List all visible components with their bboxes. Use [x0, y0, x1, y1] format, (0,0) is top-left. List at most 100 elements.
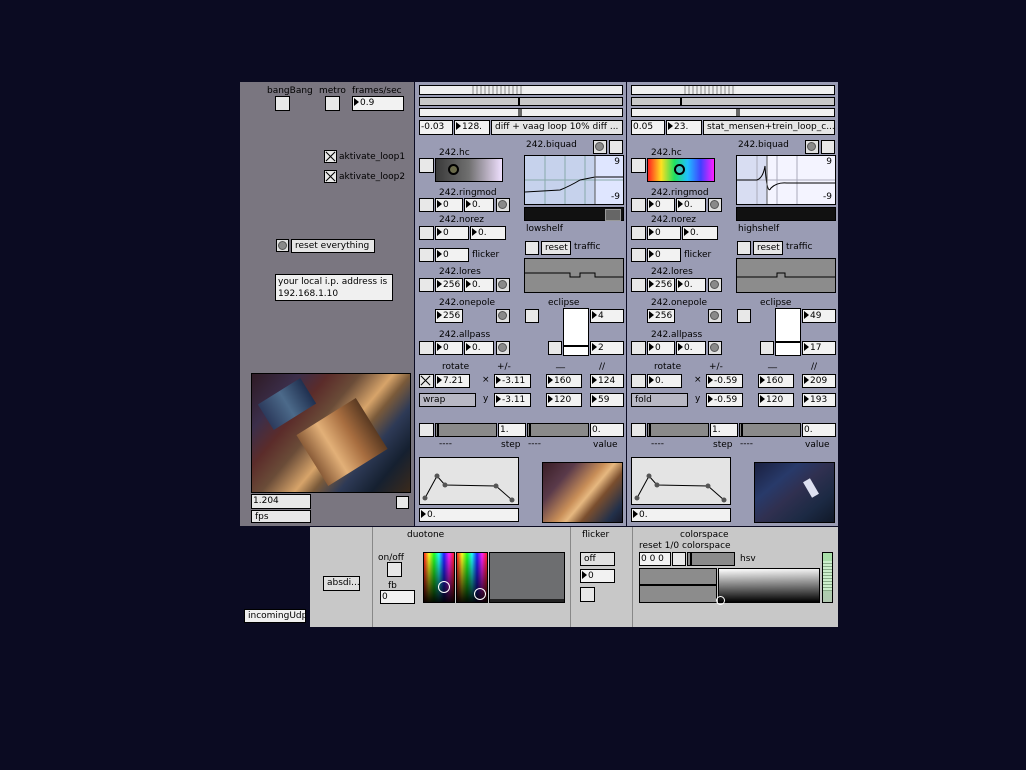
ch2-eclipse-1[interactable]: 49	[802, 309, 836, 323]
ch1-step-number[interactable]: 1.	[498, 423, 526, 437]
ch1-onepole-number[interactable]: 256	[435, 309, 463, 323]
fb-number[interactable]: 0	[380, 590, 415, 604]
ch2-norez-1[interactable]: 0	[647, 226, 681, 240]
ch1-eclipse-toggle[interactable]	[525, 309, 539, 323]
ch1-value-number[interactable]: 0.	[590, 423, 624, 437]
ch1-x-number[interactable]: -3.11	[494, 374, 531, 388]
ch1-flicker-toggle[interactable]	[419, 248, 434, 262]
ch1-speed-slider[interactable]	[419, 108, 623, 117]
duotone-color-2[interactable]	[456, 552, 488, 603]
ch1-filter-bar[interactable]	[524, 207, 624, 221]
ch2-value-slider[interactable]	[739, 423, 801, 437]
flicker-number[interactable]: 0	[580, 569, 615, 583]
ch2-eclipse-2[interactable]: 17	[802, 341, 836, 355]
ch2-ringmod-1[interactable]: 0	[647, 198, 675, 212]
ch2-lores-bang[interactable]	[708, 278, 722, 292]
ch1-norez-2[interactable]: 0.	[470, 226, 506, 240]
ch2-scrub-slider[interactable]	[631, 85, 835, 95]
ch2-x-number[interactable]: -0.59	[706, 374, 743, 388]
ch2-onepole-number[interactable]: 256	[647, 309, 675, 323]
ch1-eclipse-2[interactable]: 2	[590, 341, 624, 355]
reset-everything-button[interactable]: reset everything	[291, 239, 375, 253]
bangbang-toggle[interactable]	[275, 96, 290, 111]
ch2-flicker-number[interactable]: 0	[647, 248, 681, 262]
ch2-allpass-toggle[interactable]	[631, 341, 646, 355]
ch2-lores-toggle[interactable]	[631, 278, 646, 292]
ch2-allpass-2[interactable]: 0.	[676, 341, 706, 355]
ch1-norez-toggle[interactable]	[419, 226, 434, 240]
ch1-number-1[interactable]: -0.03	[419, 120, 453, 135]
ch1-allpass-toggle[interactable]	[419, 341, 434, 355]
ch1-ringmod-toggle[interactable]	[419, 198, 434, 212]
ch2-file-menu[interactable]: stat_mensen+trein_loop_c...	[703, 120, 835, 135]
ch1-height-1[interactable]: 120	[546, 393, 582, 407]
ch1-biquad-toggle[interactable]	[609, 140, 623, 154]
ch1-flicker-number[interactable]: 0	[435, 248, 469, 262]
ch2-filter-graph[interactable]: 9 -9	[736, 155, 836, 205]
loop2-checkbox[interactable]	[324, 170, 337, 183]
ch2-rotate-number[interactable]: 0.	[647, 374, 682, 388]
ch2-step-number[interactable]: 1.	[710, 423, 738, 437]
metro-toggle[interactable]	[325, 96, 340, 111]
ch2-ringmod-bang[interactable]	[708, 198, 722, 212]
ch1-y-number[interactable]: -3.11	[494, 393, 531, 407]
ch1-lores-bang[interactable]	[496, 278, 510, 292]
ch2-biquad-bang[interactable]	[805, 140, 819, 154]
incoming-udp-label[interactable]: incomingUdp	[244, 609, 306, 623]
ch2-height-1[interactable]: 120	[758, 393, 794, 407]
ch2-eclipse-toggle-2[interactable]	[760, 341, 774, 355]
ch2-envelope[interactable]	[631, 457, 731, 505]
ch1-biquad-bang[interactable]	[593, 140, 607, 154]
ch1-rotate-number[interactable]: 7.21	[435, 374, 470, 388]
ch1-eclipse-slider[interactable]	[563, 308, 589, 356]
ch1-traffic-toggle[interactable]	[525, 241, 539, 255]
ch1-envelope-number[interactable]: 0.	[419, 508, 519, 522]
ch1-allpass-2[interactable]: 0.	[464, 341, 494, 355]
ch2-width-2[interactable]: 209	[802, 374, 836, 388]
ch2-rotate-toggle[interactable]	[631, 374, 646, 388]
ch1-norez-1[interactable]: 0	[435, 226, 469, 240]
ch2-eclipse-slider[interactable]	[775, 308, 801, 356]
ch2-reset-button[interactable]: reset	[753, 241, 783, 255]
ch2-position-slider[interactable]	[631, 97, 835, 106]
ch1-eclipse-1[interactable]: 4	[590, 309, 624, 323]
ch1-allpass-bang[interactable]	[496, 341, 510, 355]
ch2-lores-2[interactable]: 0.	[676, 278, 706, 292]
ch1-lores-1[interactable]: 256	[435, 278, 463, 292]
ch1-position-slider[interactable]	[419, 97, 623, 106]
ch1-envelope[interactable]	[419, 457, 519, 505]
ch1-allpass-1[interactable]: 0	[435, 341, 463, 355]
colorspace-number[interactable]: 0 0 0	[639, 552, 671, 566]
ch2-speed-slider[interactable]	[631, 108, 835, 117]
duotone-toggle[interactable]	[387, 562, 402, 577]
loop1-checkbox[interactable]	[324, 150, 337, 163]
ch1-hc-swatch[interactable]	[435, 158, 503, 182]
ch2-filter-bar[interactable]	[736, 207, 836, 221]
ch1-filter-graph[interactable]: 9 -9	[524, 155, 624, 205]
ch2-traffic-toggle[interactable]	[737, 241, 751, 255]
ch1-lores-2[interactable]: 0.	[464, 278, 494, 292]
ch2-biquad-toggle[interactable]	[821, 140, 835, 154]
fps-number[interactable]: 0.9	[352, 96, 404, 111]
ch1-number-2[interactable]: 128.	[454, 120, 490, 135]
ch1-value-slider[interactable]	[527, 423, 589, 437]
flicker-toggle[interactable]	[580, 587, 595, 602]
colorspace-slider[interactable]	[687, 552, 735, 566]
reset-bang[interactable]	[276, 239, 289, 252]
flicker-mode-menu[interactable]: off	[580, 552, 615, 566]
ch2-flicker-toggle[interactable]	[631, 248, 646, 262]
ch2-allpass-bang[interactable]	[708, 341, 722, 355]
ch2-step-toggle[interactable]	[631, 423, 646, 437]
ch2-value-number[interactable]: 0.	[802, 423, 836, 437]
absdi-button[interactable]: absdi...	[323, 576, 360, 591]
ch2-norez-toggle[interactable]	[631, 226, 646, 240]
ch2-number-2[interactable]: 23.	[666, 120, 702, 135]
ch2-mode-menu[interactable]: fold	[631, 393, 688, 407]
colorspace-reset-toggle[interactable]	[672, 552, 686, 566]
ch1-file-menu[interactable]: diff + vaag loop 10% diff ...	[491, 120, 623, 135]
colorspace-hue-slider[interactable]	[822, 552, 833, 603]
ch2-step-slider[interactable]	[647, 423, 709, 437]
ch2-lores-1[interactable]: 256	[647, 278, 675, 292]
ch1-step-toggle[interactable]	[419, 423, 434, 437]
ch1-lores-toggle[interactable]	[419, 278, 434, 292]
